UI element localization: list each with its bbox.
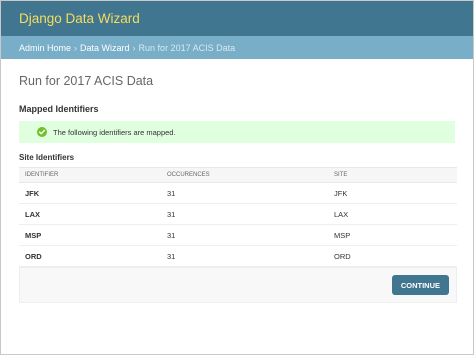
column-header-site: SITE [328,167,457,183]
table-row: JFK 31 JFK [19,182,457,204]
breadcrumb: Admin Home › Data Wizard › Run for 2017 … [1,36,473,59]
check-circle-icon [37,127,47,137]
breadcrumb-data-wizard[interactable]: Data Wizard [80,43,130,53]
success-message-text: The following identifiers are mapped. [53,127,176,137]
site-cell: JFK [328,182,457,204]
occurences-cell: 31 [161,182,328,204]
occurences-cell: 31 [161,203,328,225]
identifier-cell: LAX [19,203,161,225]
site-cell: LAX [328,203,457,225]
table-row: LAX 31 LAX [19,203,457,225]
column-header-identifier: IDENTIFIER [19,167,161,183]
identifier-cell: ORD [19,245,161,267]
section-heading: Mapped Identifiers [19,104,99,114]
breadcrumb-current: Run for 2017 ACIS Data [138,42,236,53]
site-title-link[interactable]: Django Data Wizard [19,11,140,26]
site-header: Django Data Wizard [1,1,473,36]
table-header-row: IDENTIFIER OCCURENCES SITE [19,167,457,183]
main-content: Run for 2017 ACIS Data Mapped Identifier… [1,73,473,303]
breadcrumb-separator: › [132,42,136,53]
table-row: ORD 31 ORD [19,245,457,267]
submit-row: CONTINUE [19,267,457,303]
identifier-cell: MSP [19,224,161,246]
page-title: Run for 2017 ACIS Data [19,74,154,88]
table-subheading: Site Identifiers [19,153,75,162]
occurences-cell: 31 [161,224,328,246]
success-message: The following identifiers are mapped. [19,121,455,143]
table-row: MSP 31 MSP [19,224,457,246]
breadcrumb-separator: › [74,42,78,53]
identifier-cell: JFK [19,182,161,204]
continue-button[interactable]: CONTINUE [391,275,449,295]
identifiers-table: IDENTIFIER OCCURENCES SITE JFK 31 JFK LA… [19,167,457,267]
breadcrumb-admin-home[interactable]: Admin Home [19,43,71,53]
occurences-cell: 31 [161,245,328,267]
browser-frame: Django Data Wizard Admin Home › Data Wiz… [0,0,474,355]
site-cell: ORD [328,245,457,267]
column-header-occurences: OCCURENCES [161,167,328,183]
site-cell: MSP [328,224,457,246]
